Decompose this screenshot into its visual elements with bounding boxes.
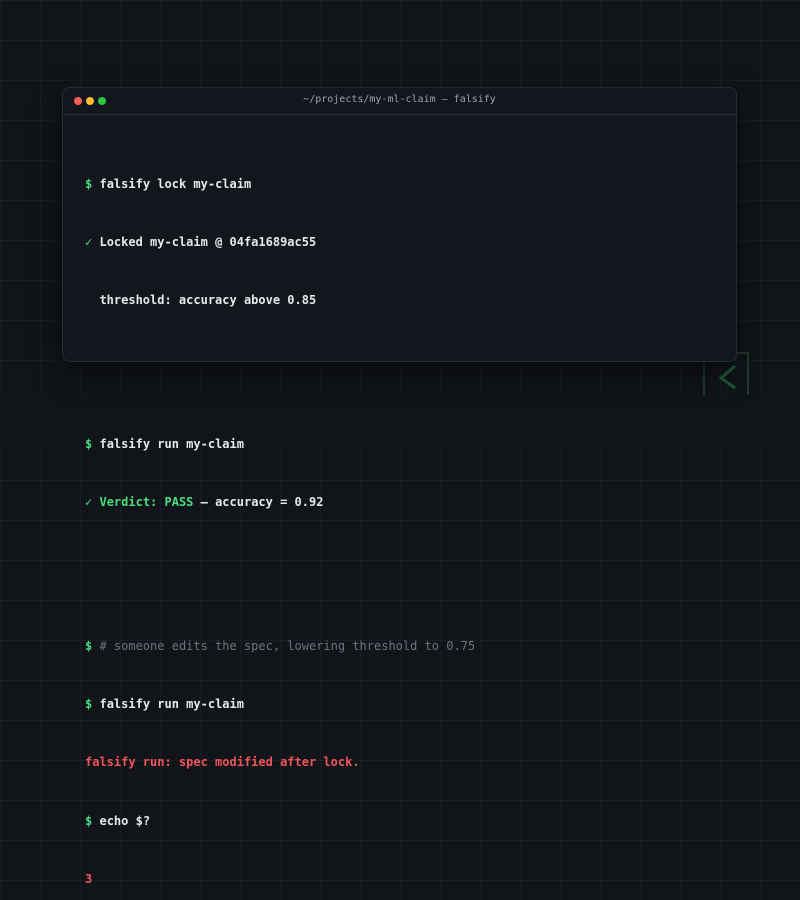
- command-text: falsify run my-claim: [99, 697, 244, 712]
- output-line-verdict: ✓ Verdict: PASS — accuracy = 0.92: [85, 493, 475, 512]
- check-icon: ✓: [85, 495, 93, 510]
- command-text: echo $?: [99, 813, 151, 828]
- verdict-pass-label: Verdict: PASS: [99, 495, 194, 510]
- output-text: threshold: accuracy above 0.85: [99, 293, 317, 308]
- output-text: Locked my-claim @ 04fa1689ac55: [99, 235, 317, 250]
- output-line-threshold: threshold: accuracy above 0.85: [85, 291, 475, 310]
- verdict-detail: — accuracy = 0.92: [193, 495, 324, 510]
- prompt-symbol: $: [85, 437, 93, 452]
- prompt-symbol: $: [85, 639, 93, 654]
- prompt-symbol: $: [85, 176, 93, 191]
- command-text: falsify run my-claim: [99, 437, 244, 452]
- command-line-run-2: $ falsify run my-claim: [85, 695, 475, 714]
- error-line: falsify run: spec modified after lock.: [85, 755, 360, 770]
- output-line-locked: ✓ Locked my-claim @ 04fa1689ac55: [85, 233, 475, 252]
- prompt-symbol: $: [85, 697, 93, 712]
- terminal-window[interactable]: ~/projects/my-ml-claim — falsify $ falsi…: [62, 87, 737, 886]
- comment-line: $ # someone edits the spec, lowering thr…: [85, 637, 475, 656]
- prompt-symbol: $: [85, 813, 93, 828]
- command-line-lock: $ falsify lock my-claim: [85, 175, 475, 194]
- check-icon: ✓: [85, 235, 93, 250]
- terminal-output[interactable]: $ falsify lock my-claim ✓ Locked my-clai…: [85, 136, 475, 900]
- window-titlebar[interactable]: ~/projects/my-ml-claim — falsify: [63, 88, 736, 115]
- exit-code-output: 3: [85, 871, 93, 886]
- command-line-run-1: $ falsify run my-claim: [85, 435, 475, 454]
- command-text: falsify lock my-claim: [99, 176, 252, 191]
- window-title: ~/projects/my-ml-claim — falsify: [303, 94, 496, 105]
- comment-text: # someone edits the spec, lowering thres…: [99, 639, 476, 654]
- command-line-echo: $ echo $?: [85, 812, 475, 831]
